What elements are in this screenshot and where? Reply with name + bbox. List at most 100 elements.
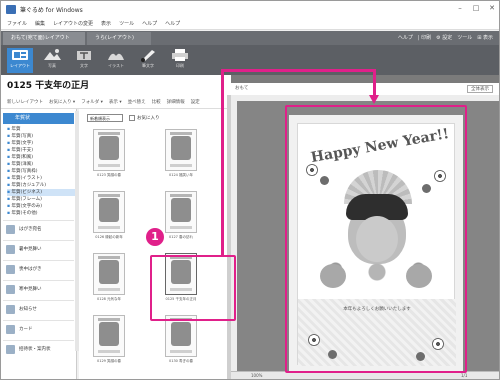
sidebar-item[interactable]: 年賀(その他)	[7, 210, 76, 217]
menu-edit[interactable]: 編集	[35, 20, 45, 27]
subbar-item-new[interactable]: 新しいレイアウト	[7, 99, 43, 105]
thumbnail-heading	[98, 132, 120, 135]
thumbnail-footer	[170, 226, 192, 229]
header-links[interactable]: ヘルプ | 印刷 ⚙ 設定 ツール ⊞ 表示	[398, 31, 493, 45]
subbar-item-sort[interactable]: 並べ替え	[128, 99, 146, 105]
toolbar-text-button[interactable]: 文字	[71, 48, 97, 73]
sidebar-group[interactable]: 喪中はがき	[3, 260, 74, 277]
callout-line-horizontal	[221, 69, 376, 72]
sort-select[interactable]: 新着順表示	[87, 113, 123, 122]
layout-thumbnail[interactable]: 0130 寿ぎの春	[159, 313, 203, 368]
illustration-icon	[108, 53, 124, 60]
sidebar-item[interactable]: 年賀(カジュアル)	[7, 182, 76, 189]
text-icon	[77, 51, 91, 60]
toolbar-photo-label: 写真	[48, 63, 56, 68]
thumbnail-footer	[98, 288, 120, 291]
callout-line-down	[373, 69, 376, 97]
sidebar-item[interactable]: 年賀(写真枠)	[7, 168, 76, 175]
thumbnail-card	[93, 253, 125, 295]
page-indicator: 1/1	[461, 373, 468, 378]
toolbar-print-label: 印刷	[176, 63, 184, 68]
sidebar-item[interactable]: 年賀(和風)	[7, 154, 76, 161]
tab-back[interactable]: うら(レイアウト)	[87, 32, 151, 45]
close-button[interactable]: ✕	[485, 3, 499, 14]
sidebar-group[interactable]: お知らせ	[3, 300, 74, 317]
sidebar-group[interactable]: 招待状・案内状	[3, 340, 74, 357]
toolbar-illustration-button[interactable]: イラスト	[103, 48, 129, 73]
minimize-button[interactable]: –	[453, 3, 467, 14]
sidebar-item[interactable]: 年賀(干支)	[7, 147, 76, 154]
sidebar-group[interactable]: はがき宛名	[3, 220, 74, 237]
preview-label: おもて	[235, 86, 249, 91]
subbar-item-detail[interactable]: 詳細情報	[167, 99, 185, 105]
fit-view-button[interactable]: 全体表示	[467, 85, 493, 93]
thumbnail-card	[93, 315, 125, 357]
sidebar-group-label: 喪中はがき	[19, 267, 42, 272]
sidebar-group[interactable]: カード	[3, 320, 74, 337]
zoom-level[interactable]: 100%	[251, 373, 262, 378]
sidebar-item[interactable]: 年賀(ビジネス)	[7, 189, 76, 196]
layout-thumbnail[interactable]: 0127 春の訪れ	[159, 189, 203, 244]
thumbnail-photo	[171, 198, 191, 222]
subbar-item-view[interactable]: 表示 ▾	[109, 99, 122, 105]
preview-header: おもて 全体表示	[231, 83, 499, 95]
sidebar-item[interactable]: 年賀(洋風)	[7, 161, 76, 168]
thumbnail-photo	[99, 260, 119, 284]
maximize-button[interactable]: □	[469, 3, 483, 14]
callout-arrow-icon	[369, 95, 379, 104]
sidebar-item[interactable]: 年賀(文字のみ)	[7, 203, 76, 210]
layout-thumbnail[interactable]: 0128 元気な年	[87, 251, 131, 306]
menu-help[interactable]: ヘルプ	[142, 20, 157, 27]
thumbnail-footer	[98, 164, 120, 167]
menu-tools[interactable]: ツール	[119, 20, 134, 27]
layout-thumbnail[interactable]: 0123 笑顔の春	[87, 127, 131, 182]
layout-thumbnail[interactable]: 0126 縁起の新年	[87, 189, 131, 244]
subbar-item-settings[interactable]: 設定	[191, 99, 200, 105]
subbar-item-compare[interactable]: 比較	[152, 99, 161, 105]
menu-view[interactable]: 表示	[101, 20, 111, 27]
subbar-item-favorite[interactable]: お気に入り ▾	[49, 99, 75, 105]
toolbar-print-button[interactable]: 印刷	[167, 48, 193, 73]
layout-thumbnail[interactable]: 0129 笑顔の春	[87, 313, 131, 368]
tab-row: おもて(宛て面)レイアウト うら(レイアウト) ヘルプ | 印刷 ⚙ 設定 ツー…	[1, 31, 499, 45]
thumbnail-card	[165, 129, 197, 171]
thumbnail-caption: 0123 笑顔の春	[96, 173, 122, 177]
category-groups: はがき宛名暑中見舞い喪中はがき寒中見舞いお知らせカード招待状・案内状	[1, 220, 76, 357]
category-icon	[6, 225, 15, 234]
print-icon	[172, 49, 188, 61]
step-number-badge: 1	[146, 228, 164, 246]
toolbar-brush-button[interactable]: 筆文字	[135, 48, 161, 73]
sidebar-item[interactable]: 年賀(写真)	[7, 133, 76, 140]
thumbnail-caption: 0126 縁起の新年	[95, 235, 123, 239]
sub-toolbar: 新しいレイアウト お気に入り ▾ フォルダ ▾ 表示 ▾ 並べ替え 比較 詳細情…	[1, 95, 227, 109]
toolbar-text-label: 文字	[80, 63, 88, 68]
favorite-checkbox[interactable]	[129, 114, 135, 121]
toolbar-photo-button[interactable]: 写真	[39, 48, 65, 73]
menu-help-2[interactable]: ヘルプ	[165, 20, 180, 27]
toolbar-layout-button[interactable]: レイアウト	[7, 48, 33, 73]
thumbnail-heading	[170, 194, 192, 197]
sidebar-item[interactable]: 年賀(文字)	[7, 140, 76, 147]
highlight-box-thumbnail	[150, 255, 236, 321]
menu-file[interactable]: ファイル	[7, 20, 27, 27]
sidebar-group-label: カード	[19, 327, 33, 332]
callout-line-vertical	[221, 69, 224, 257]
tab-front[interactable]: おもて(宛て面)レイアウト	[3, 32, 85, 45]
thumbnail-heading	[170, 132, 192, 135]
photo-icon	[44, 49, 61, 60]
sidebar-group[interactable]: 寒中見舞い	[3, 280, 74, 297]
sidebar-item[interactable]: 年賀(イラスト)	[7, 175, 76, 182]
sidebar-item[interactable]: 年賀(フレーム)	[7, 196, 76, 203]
thumbnail-card	[93, 191, 125, 233]
sidebar-item[interactable]: 年賀	[7, 126, 76, 133]
category-icon	[6, 345, 15, 354]
layout-thumbnail[interactable]: 0124 福笑い年	[159, 127, 203, 182]
sidebar-group[interactable]: 暑中見舞い	[3, 240, 74, 257]
sidebar-group-label: 寒中見舞い	[19, 287, 42, 292]
category-tree: 年賀年賀(写真)年賀(文字)年賀(干支)年賀(和風)年賀(洋風)年賀(写真枠)年…	[1, 126, 76, 217]
menu-layout[interactable]: レイアウトの変更	[53, 20, 93, 27]
subbar-item-folder[interactable]: フォルダ ▾	[81, 99, 103, 105]
sidebar-head[interactable]: 年賀状	[3, 113, 74, 124]
thumbnail-photo	[99, 198, 119, 222]
thumbnail-heading	[98, 194, 120, 197]
